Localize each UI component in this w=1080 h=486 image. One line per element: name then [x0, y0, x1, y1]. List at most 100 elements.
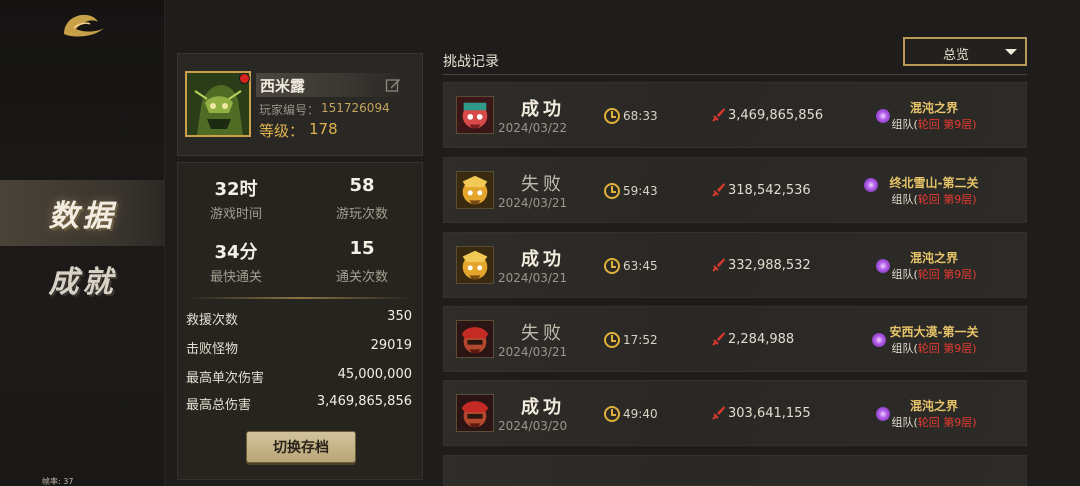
record-row[interactable]: 成功 2024/03/20 49:40 303,641,155 混沌之界 组队(… — [443, 380, 1027, 446]
team-close: ) — [972, 193, 977, 206]
record-map: 安西大漠-第一关 — [889, 325, 979, 339]
player-id: 151726094 — [321, 101, 390, 115]
record-damage: 318,542,536 — [728, 183, 811, 198]
record-row[interactable]: 成功 2024/03/22 68:33 3,469,865,856 混沌之界 组… — [443, 82, 1027, 148]
stat-clear-count-value: 15 — [349, 238, 375, 259]
record-team: 组队(轮回 第9层) — [864, 414, 1004, 430]
stat-play-time-value: 32时 — [214, 179, 258, 200]
result-text: 失败 — [521, 174, 565, 195]
stat-fastest-clear-value: 34分 — [214, 242, 258, 263]
team-close: ) — [972, 342, 977, 355]
stat-clear-count-label: 通关次数 — [335, 270, 388, 285]
record-damage: 303,641,155 — [728, 406, 811, 421]
level-value: 178 — [309, 120, 338, 138]
team-cycle: 轮回 第9层 — [917, 193, 973, 206]
detail-rescue-label: 救援次数 — [186, 313, 239, 328]
records-title: 挑战记录 — [443, 54, 499, 70]
record-damage: 332,988,532 — [728, 258, 811, 273]
fps-counter: 帧率: 37 — [42, 477, 74, 486]
detail-max-total-value: 3,469,865,856 — [316, 394, 412, 409]
stats-card: 32时 游戏时间 58 游玩次数 34分 最快通关 15 通关次数 救援次数 3… — [177, 162, 423, 480]
filter-dropdown[interactable]: 总览 — [903, 37, 1027, 66]
hero-avatar-icon — [456, 246, 494, 284]
record-map: 混沌之界 — [909, 399, 958, 413]
sword-icon — [712, 183, 725, 197]
team-close: ) — [972, 416, 977, 429]
clock-icon — [604, 406, 620, 422]
stat-fastest-clear-label: 最快通关 — [209, 270, 262, 285]
player-id-label: 玩家编号： — [259, 103, 320, 117]
sword-icon — [712, 258, 725, 272]
edit-icon[interactable] — [385, 77, 401, 93]
record-team: 组队(轮回 第9层) — [864, 116, 1004, 132]
level-label: 等级： — [259, 122, 305, 140]
record-time: 68:33 — [623, 109, 658, 123]
record-date: 2024/03/22 — [498, 121, 568, 135]
detail-kills-label: 击败怪物 — [186, 342, 239, 357]
detail-max-hit-label: 最高单次伤害 — [186, 371, 265, 386]
hero-avatar-icon — [456, 394, 494, 432]
detail-kills-value: 29019 — [370, 338, 412, 353]
stat-play-count-label: 游玩次数 — [335, 207, 388, 222]
team-cycle: 轮回 第9层 — [917, 268, 973, 281]
record-time: 49:40 — [623, 407, 658, 421]
record-damage: 3,469,865,856 — [728, 108, 824, 123]
record-team: 组队(轮回 第9层) — [864, 340, 1004, 356]
sword-icon — [712, 108, 725, 122]
clock-icon — [604, 183, 620, 199]
record-row[interactable]: 失败 2024/03/21 59:43 318,542,536 终北雪山-第二关… — [443, 157, 1027, 223]
record-time: 59:43 — [623, 184, 658, 198]
player-name: 西米露 — [260, 77, 306, 95]
clock-icon — [604, 108, 620, 124]
team-mode: 组队( — [891, 268, 918, 281]
team-mode: 组队( — [891, 193, 918, 206]
record-date: 2024/03/20 — [498, 419, 568, 433]
hero-avatar-icon — [456, 171, 494, 209]
nav-item-data[interactable]: 数据 — [0, 180, 165, 246]
chevron-down-icon — [1005, 49, 1017, 55]
record-row-partial[interactable] — [443, 455, 1027, 486]
online-status-dot — [239, 73, 250, 84]
record-team: 组队(轮回 第9层) — [864, 191, 1004, 207]
nav-item-achievements[interactable]: 成就 — [0, 246, 165, 312]
team-mode: 组队( — [891, 416, 918, 429]
profile-card: 西米露 玩家编号： 151726094 等级： 178 — [177, 53, 423, 156]
stat-play-time-label: 游戏时间 — [209, 207, 262, 222]
stat-play-count-value: 58 — [349, 175, 375, 196]
clock-icon — [604, 258, 620, 274]
record-map: 终北雪山-第二关 — [889, 176, 979, 190]
filter-dropdown-label: 总览 — [943, 48, 970, 63]
logo-emblem — [64, 14, 104, 37]
team-cycle: 轮回 第9层 — [917, 342, 973, 355]
result-text: 成功 — [521, 249, 565, 270]
record-date: 2024/03/21 — [498, 271, 568, 285]
record-date: 2024/03/21 — [498, 196, 568, 210]
record-map: 混沌之界 — [909, 251, 958, 265]
record-time: 63:45 — [623, 259, 658, 273]
team-cycle: 轮回 第9层 — [917, 416, 973, 429]
team-close: ) — [972, 268, 977, 281]
hero-avatar-icon — [456, 320, 494, 358]
detail-rescue-value: 350 — [387, 309, 412, 324]
team-cycle: 轮回 第9层 — [917, 118, 973, 131]
record-row[interactable]: 成功 2024/03/21 63:45 332,988,532 混沌之界 组队(… — [443, 232, 1027, 298]
record-team: 组队(轮回 第9层) — [864, 266, 1004, 282]
record-damage: 2,284,988 — [728, 332, 795, 347]
switch-save-button[interactable]: 切换存档 — [246, 431, 356, 463]
result-text: 失败 — [521, 323, 565, 344]
stats-divider — [186, 297, 414, 299]
nav-item-achievements-label: 成就 — [48, 265, 117, 300]
result-text: 成功 — [521, 99, 565, 120]
result-text: 成功 — [521, 397, 565, 418]
team-mode: 组队( — [891, 118, 918, 131]
sword-icon — [712, 406, 725, 420]
sword-icon — [712, 332, 725, 346]
record-time: 17:52 — [623, 333, 658, 347]
detail-max-total-label: 最高总伤害 — [186, 398, 252, 413]
team-mode: 组队( — [891, 342, 918, 355]
record-map: 混沌之界 — [909, 101, 958, 115]
hero-avatar-icon — [456, 96, 494, 134]
left-nav: 数据 成就 帧率: 37 — [0, 0, 165, 486]
record-row[interactable]: 失败 2024/03/21 17:52 2,284,988 安西大漠-第一关 组… — [443, 306, 1027, 372]
records-title-rule — [443, 74, 1027, 75]
